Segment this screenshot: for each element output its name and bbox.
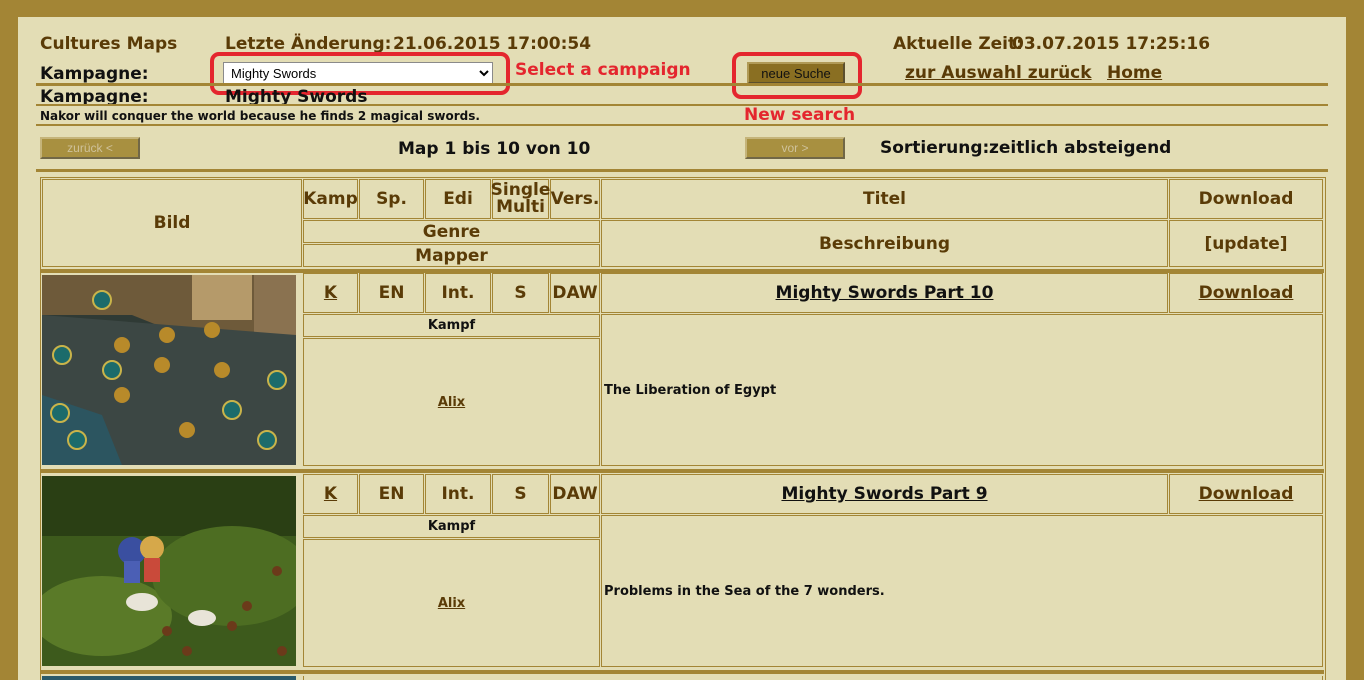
sort-value: zeitlich absteigend (989, 138, 1172, 158)
header-mapper: Mapper (303, 244, 600, 267)
row-kamp-link[interactable]: K (324, 484, 337, 504)
page-content: Cultures Maps Letzte Änderung: 21.06.201… (18, 17, 1346, 680)
home-link[interactable]: Home (1107, 63, 1162, 83)
prev-page-wrap: zurück < (40, 137, 140, 159)
row-kamp-link[interactable]: K (324, 283, 337, 303)
campaign-description: Nakor will conquer the world because he … (40, 109, 480, 123)
download-link[interactable]: Download (1199, 283, 1294, 303)
row-title-link[interactable]: Mighty Swords Part 9 (781, 484, 987, 504)
header-kamp: Kamp (303, 179, 358, 219)
search-annotation: New search (744, 105, 856, 125)
page-range: Map 1 bis 10 von 10 (398, 139, 591, 159)
current-time-label: Aktuelle Zeit: (893, 34, 1023, 54)
header-genre: Genre (303, 220, 600, 243)
row-description: Problems in the Sea of the 7 wonders. (601, 515, 1323, 667)
last-change-label: Letzte Änderung: (225, 34, 392, 54)
row-mapper[interactable]: Alix (303, 539, 600, 667)
mapper-link[interactable]: Alix (438, 596, 465, 611)
sort-label: Sortierung: (880, 138, 990, 158)
row-players: EN (359, 273, 424, 313)
header-title: Titel (601, 179, 1168, 219)
map-thumbnail[interactable] (42, 476, 296, 666)
divider (36, 83, 1328, 86)
header-description: Beschreibung (601, 220, 1168, 267)
campaign-info-name: Mighty Swords (225, 87, 368, 104)
row-kamp[interactable]: K (303, 273, 358, 313)
row-genre: Kampf (303, 314, 600, 337)
back-to-selection-link[interactable]: zur Auswahl zurück (905, 63, 1092, 83)
header-version: Vers. (550, 179, 600, 219)
row-edition: Int. (425, 273, 491, 313)
search-highlight-box (732, 52, 862, 99)
meadow-sheep-thumbnail-icon (42, 476, 296, 666)
next-row-partial (303, 676, 1323, 680)
divider (36, 104, 1328, 106)
header-update: [update] (1169, 220, 1323, 267)
prev-page-button[interactable]: zurück < (40, 137, 140, 159)
row-title-link[interactable]: Mighty Swords Part 10 (776, 283, 994, 303)
row-separator (40, 670, 1324, 674)
row-version: DAW (550, 273, 600, 313)
divider (36, 169, 1328, 172)
row-mode: S (492, 474, 549, 514)
mapper-link[interactable]: Alix (438, 395, 465, 410)
download-link[interactable]: Download (1199, 484, 1294, 504)
map-thumbnail[interactable] (42, 275, 296, 465)
desert-battle-thumbnail-icon (42, 275, 296, 465)
row-mode: S (492, 273, 549, 313)
row-version: DAW (550, 474, 600, 514)
row-title[interactable]: Mighty Swords Part 10 (601, 273, 1168, 313)
campaign-select-label: Kampagne: (40, 64, 149, 84)
campaign-annotation: Select a campaign (515, 60, 691, 80)
row-download[interactable]: Download (1169, 273, 1323, 313)
site-title: Cultures Maps (40, 34, 178, 54)
header-download: Download (1169, 179, 1323, 219)
row-mapper[interactable]: Alix (303, 338, 600, 466)
row-separator (40, 469, 1324, 473)
row-description: The Liberation of Egypt (601, 314, 1323, 466)
divider (36, 124, 1328, 126)
row-kamp[interactable]: K (303, 474, 358, 514)
header-mode: Single Multi (491, 179, 550, 219)
header-edition: Edi (425, 179, 491, 219)
map-thumbnail-partial (42, 676, 296, 680)
current-time-value: 03.07.2015 17:25:16 (1012, 34, 1211, 54)
row-download[interactable]: Download (1169, 474, 1323, 514)
row-title[interactable]: Mighty Swords Part 9 (601, 474, 1168, 514)
next-page-button[interactable]: vor > (745, 137, 845, 159)
last-change-value: 21.06.2015 17:00:54 (393, 34, 592, 54)
row-players: EN (359, 474, 424, 514)
row-edition: Int. (425, 474, 491, 514)
next-page-wrap: vor > (745, 137, 845, 159)
header-image: Bild (42, 179, 302, 267)
header-players: Sp. (359, 179, 424, 219)
row-genre: Kampf (303, 515, 600, 538)
header-mode-multi: Multi (496, 197, 545, 217)
